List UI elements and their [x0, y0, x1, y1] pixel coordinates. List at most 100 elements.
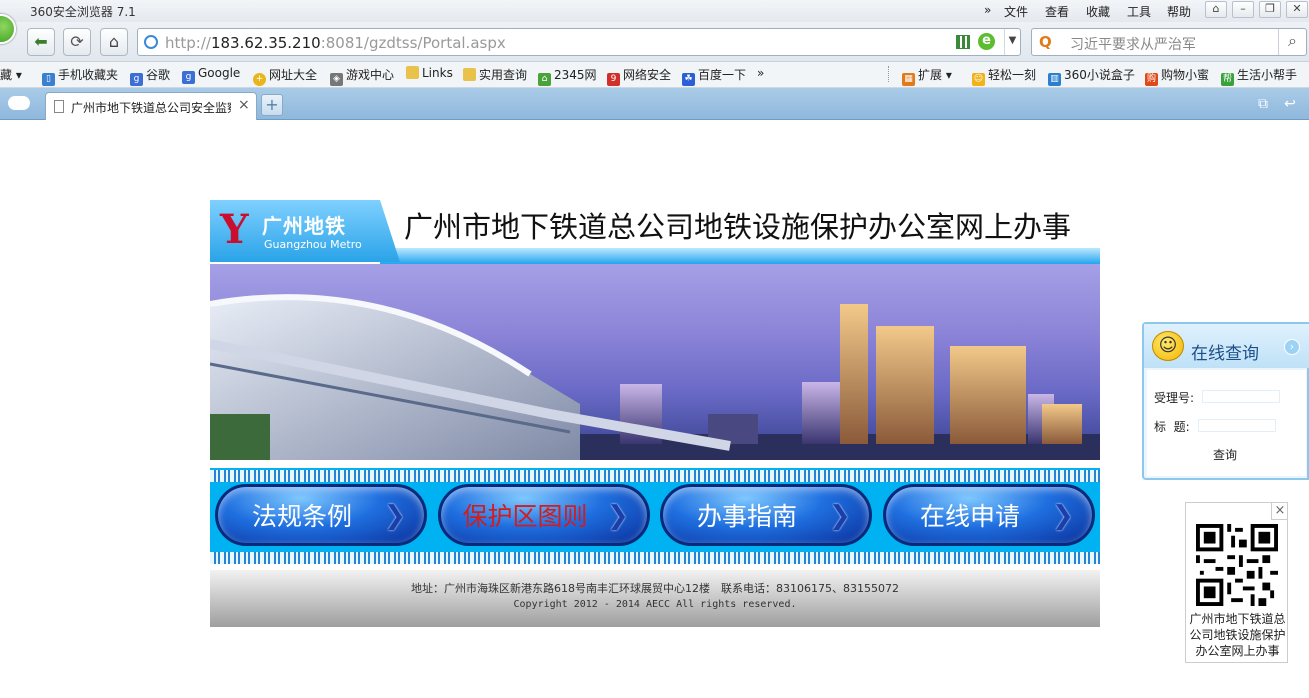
- skin-icon[interactable]: ⌂: [1205, 1, 1227, 18]
- smiley-icon: ☺: [1152, 331, 1184, 361]
- url-text[interactable]: http://183.62.35.210:8081/gzdtss/Portal.…: [165, 34, 506, 52]
- favorites-item-security[interactable]: 9 网络安全: [607, 66, 671, 86]
- query-form: 受理号: 标 题: 查询: [1147, 370, 1306, 476]
- nav-button-protection-zone-maps[interactable]: 保护区图则 ❯: [438, 484, 650, 546]
- acceptance-number-input[interactable]: [1202, 390, 1280, 403]
- close-icon[interactable]: ×: [1271, 503, 1288, 520]
- favorites-item-2345[interactable]: ⌂ 2345网: [538, 66, 597, 86]
- favorites-item-games[interactable]: ◈ 游戏中心: [330, 66, 394, 86]
- qr-code-icon[interactable]: [956, 35, 970, 49]
- extensions-button[interactable]: ▦ 扩展 ▾: [902, 66, 952, 86]
- favorites-item-hao[interactable]: + 网址大全: [253, 66, 317, 86]
- globe-icon: +: [253, 73, 266, 86]
- google-icon: g: [130, 73, 143, 86]
- acceptance-number-label: 受理号:: [1154, 391, 1195, 405]
- chevron-right-icon[interactable]: ›: [1284, 339, 1300, 355]
- nav-button-label: 保护区图则: [462, 502, 588, 531]
- logo-name-en: Guangzhou Metro: [264, 238, 362, 251]
- banner-image: [210, 264, 1100, 460]
- favorites-item-query[interactable]: 实用查询: [463, 66, 527, 83]
- nav-button-label: 在线申请: [919, 502, 1020, 531]
- page-title: 广州市地下铁道总公司地铁设施保护办公室网上办事: [404, 210, 1072, 244]
- online-query-panel: ☺ 在线查询 › 受理号: 标 题: 查询: [1142, 322, 1309, 480]
- query-button[interactable]: 查询: [1213, 446, 1237, 463]
- search-icon[interactable]: ⌕: [1278, 29, 1306, 55]
- query-header: ☺ 在线查询 ›: [1144, 324, 1309, 368]
- menu-help[interactable]: 帮助: [1167, 3, 1191, 20]
- extension-helper[interactable]: 帮生活小帮手: [1221, 66, 1297, 86]
- decorative-border-bottom: [210, 552, 1100, 564]
- query-title: 在线查询: [1191, 344, 1259, 364]
- favorites-item-google[interactable]: g Google: [182, 66, 240, 84]
- gamepad-icon: ◈: [330, 73, 343, 86]
- qr-panel: × 广州市地下铁道总公司地铁设施保护办公室网上办事: [1185, 502, 1288, 663]
- close-window-icon[interactable]: ✕: [1286, 1, 1308, 18]
- chevron-right-icon: ❯: [384, 501, 406, 531]
- undo-icon[interactable]: ↩: [1281, 96, 1299, 112]
- smile-icon: ☺: [972, 73, 985, 86]
- favorites-item-mobile[interactable]: ▯ 手机收藏夹: [42, 66, 118, 86]
- extension-novel[interactable]: ▥ 360小说盒子: [1048, 66, 1135, 86]
- favorites-item-links[interactable]: Links: [406, 66, 453, 80]
- qr-code-image: [1196, 524, 1278, 606]
- menu-overflow-icon[interactable]: »: [984, 3, 991, 17]
- nav-button-label: 办事指南: [696, 502, 797, 531]
- menu-favorites[interactable]: 收藏: [1086, 3, 1110, 20]
- google-icon: g: [182, 71, 195, 84]
- help-icon: 帮: [1221, 73, 1234, 86]
- shield-icon: 9: [607, 73, 620, 86]
- home-icon[interactable]: ⌂: [100, 28, 128, 56]
- logo-name-cn: 广州地铁: [262, 214, 346, 238]
- nav-button-online-application[interactable]: 在线申请 ❯: [883, 484, 1095, 546]
- favorites-item-guge[interactable]: g 谷歌: [130, 66, 170, 86]
- nav-button-regulations[interactable]: 法规条例 ❯: [215, 484, 427, 546]
- phone-icon: ▯: [42, 73, 55, 86]
- extension-relax[interactable]: ☺ 轻松一刻: [972, 66, 1036, 86]
- footer-copyright: Copyright 2012 - 2014 AECC All rights re…: [513, 599, 797, 610]
- cart-icon: 购: [1145, 73, 1158, 86]
- back-arrow-icon[interactable]: ⬅: [27, 28, 55, 56]
- minimize-icon[interactable]: –: [1232, 1, 1254, 18]
- restore-tab-icon[interactable]: ⧉: [1254, 96, 1272, 112]
- address-bar[interactable]: http://183.62.35.210:8081/gzdtss/Portal.…: [137, 28, 1021, 56]
- search-box[interactable]: Q 习近平要求从严治军 ⌕: [1031, 28, 1307, 56]
- favorites-item-0[interactable]: 藏 ▾: [0, 66, 22, 83]
- extension-shopping[interactable]: 购购物小蜜: [1145, 66, 1209, 86]
- restore-icon[interactable]: ❐: [1259, 1, 1281, 18]
- metro-logo-icon: Y: [220, 206, 249, 253]
- grid-icon: ▦: [902, 73, 915, 86]
- favorites-overflow-icon[interactable]: »: [757, 66, 764, 80]
- tab-active[interactable]: 广州市地下铁道总公司安全监察部 ×: [45, 92, 257, 120]
- title-bar: [0, 0, 1309, 22]
- ie-mode-icon[interactable]: e: [978, 33, 995, 50]
- search-input[interactable]: 习近平要求从严治军: [1070, 34, 1196, 54]
- chevron-right-icon: ❯: [829, 501, 851, 531]
- decorative-border-top: [210, 470, 1100, 482]
- header-accent-bar: [380, 248, 1100, 264]
- new-tab-button[interactable]: +: [261, 94, 283, 116]
- book-icon: ▥: [1048, 73, 1061, 86]
- paw-icon: ☘: [682, 73, 695, 86]
- menu-file[interactable]: 文件: [1004, 3, 1028, 20]
- chevron-down-icon[interactable]: ▼: [1004, 29, 1020, 55]
- folder-icon: [463, 68, 476, 81]
- tab-title: 广州市地下铁道总公司安全监察部: [71, 101, 231, 115]
- refresh-icon[interactable]: ⟳: [63, 28, 91, 56]
- menu-view[interactable]: 查看: [1045, 3, 1069, 20]
- subject-input[interactable]: [1198, 419, 1276, 432]
- menu-tools[interactable]: 工具: [1127, 3, 1151, 20]
- favorites-item-baidu[interactable]: ☘ 百度一下: [682, 66, 746, 86]
- nav-button-service-guide[interactable]: 办事指南 ❯: [660, 484, 872, 546]
- footer-address: 地址：广州市海珠区新港东路618号南丰汇环球展贸中心12楼 联系电话：83106…: [411, 582, 899, 595]
- close-tab-icon[interactable]: ×: [238, 97, 250, 113]
- chevron-right-icon: ❯: [607, 501, 629, 531]
- document-icon: [54, 100, 64, 113]
- chevron-right-icon: ❯: [1052, 501, 1074, 531]
- favorites-divider: [888, 66, 890, 82]
- subject-label: 标 题:: [1154, 420, 1190, 434]
- site-globe-icon: [144, 35, 158, 49]
- search-engine-icon[interactable]: Q: [1039, 33, 1052, 51]
- cloud-icon[interactable]: [8, 96, 30, 110]
- site-footer: 地址：广州市海珠区新港东路618号南丰汇环球展贸中心12楼 联系电话：83106…: [210, 570, 1100, 627]
- qr-caption: 广州市地下铁道总公司地铁设施保护办公室网上办事: [1189, 612, 1286, 658]
